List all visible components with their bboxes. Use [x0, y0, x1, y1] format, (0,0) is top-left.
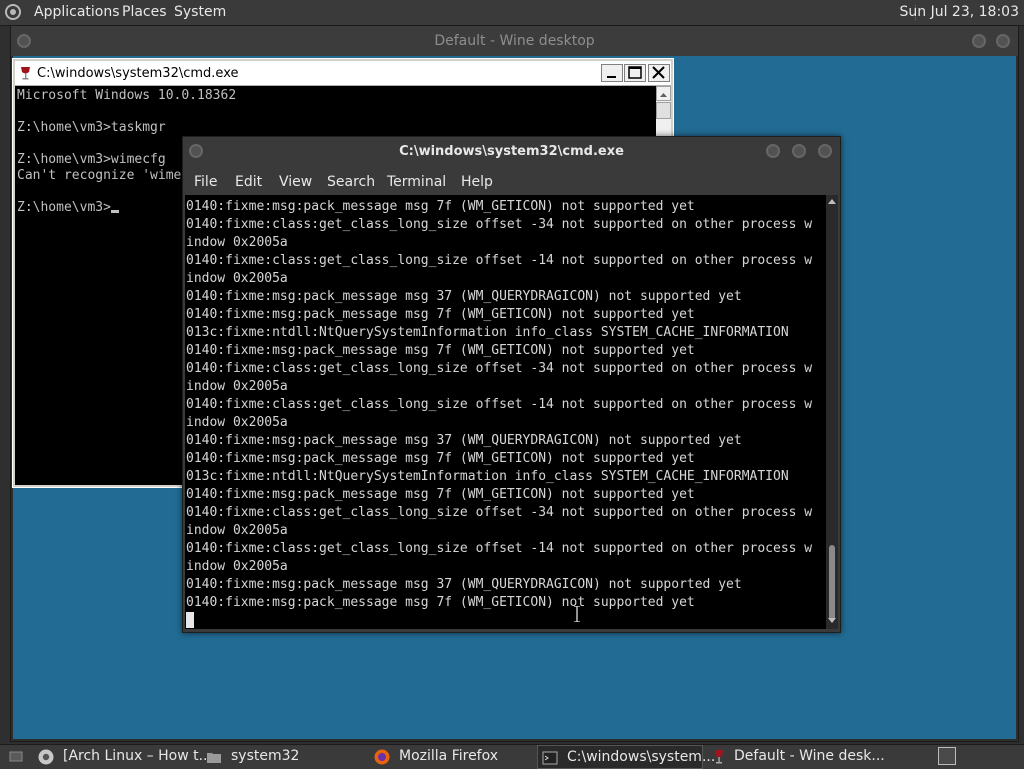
show-desktop-button[interactable] — [2, 745, 30, 769]
menu-applications[interactable]: Applications — [34, 4, 120, 20]
terminal-title: C:\windows\system32\cmd.exe — [399, 144, 624, 159]
terminal-window: C:\windows\system32\cmd.exe File Edit Vi… — [182, 136, 841, 633]
terminal-scrollbar[interactable] — [826, 195, 838, 629]
minimize-icon[interactable] — [972, 34, 986, 48]
top-panel: Applications Places System Sun Jul 23, 1… — [0, 0, 1024, 26]
terminal-line: indow 0x2005a — [186, 235, 288, 250]
task-wine[interactable]: Default - Wine desk... — [707, 745, 885, 769]
minimize-icon[interactable] — [766, 144, 780, 158]
terminal-line: 0140:fixme:msg:pack_message msg 37 (WM_Q… — [186, 289, 742, 304]
terminal-line: 0140:fixme:msg:pack_message msg 7f (WM_G… — [186, 451, 695, 466]
arrow-up-icon — [660, 93, 667, 97]
task-cmd[interactable]: C:\windows\system... — [537, 745, 715, 769]
cmd-back-titlebar[interactable]: C:\windows\system32\cmd.exe — [15, 61, 671, 86]
terminal-line: 0140:fixme:msg:pack_message msg 7f (WM_G… — [186, 343, 695, 358]
scroll-thumb[interactable] — [656, 102, 671, 119]
window-menu-icon[interactable] — [189, 144, 203, 158]
wine-desktop-title: Default - Wine desktop — [434, 33, 595, 49]
terminal-line: indow 0x2005a — [186, 523, 288, 538]
arrow-up-icon[interactable] — [827, 197, 837, 205]
minimize-button[interactable] — [601, 64, 623, 82]
terminal-line: 0140:fixme:msg:pack_message msg 37 (WM_Q… — [186, 577, 742, 592]
terminal-titlebar[interactable]: C:\windows\system32\cmd.exe — [183, 137, 840, 167]
terminal-line: 0140:fixme:class:get_class_long_size off… — [186, 505, 813, 520]
terminal-line: 0140:fixme:class:get_class_long_size off… — [186, 253, 813, 268]
terminal-line: 0140:fixme:class:get_class_long_size off… — [186, 361, 813, 376]
terminal-cursor — [186, 612, 194, 628]
task-chrome[interactable]: [Arch Linux – How t... — [34, 745, 212, 769]
wine-glass-icon — [21, 67, 30, 80]
desktop-icon — [9, 751, 23, 762]
terminal-line: 0140:fixme:msg:pack_message msg 7f (WM_G… — [186, 307, 695, 322]
task-label: system32 — [231, 748, 300, 764]
terminal-output[interactable]: 0140:fixme:msg:pack_message msg 7f (WM_G… — [185, 195, 826, 629]
menu-view[interactable]: View — [279, 174, 312, 190]
arrow-down-icon[interactable] — [827, 617, 837, 625]
terminal-line: indow 0x2005a — [186, 271, 288, 286]
console-line: Z:\home\vm3>taskmgr — [17, 120, 166, 135]
terminal-line: 0140:fixme:msg:pack_message msg 7f (WM_G… — [186, 487, 695, 502]
workspace-1[interactable] — [938, 747, 956, 765]
terminal-line: 013c:fixme:ntdll:NtQuerySystemInformatio… — [186, 469, 789, 484]
terminal-line: 0140:fixme:class:get_class_long_size off… — [186, 217, 813, 232]
menu-places[interactable]: Places — [122, 4, 167, 20]
terminal-line: 013c:fixme:ntdll:NtQuerySystemInformatio… — [186, 325, 789, 340]
task-label: Default - Wine desk... — [734, 748, 885, 764]
menu-terminal[interactable]: Terminal — [387, 174, 446, 190]
terminal-line: 0140:fixme:msg:pack_message msg 7f (WM_G… — [186, 199, 695, 214]
terminal-line: indow 0x2005a — [186, 379, 288, 394]
maximize-icon[interactable] — [996, 34, 1010, 48]
terminal-line: 0140:fixme:msg:pack_message msg 7f (WM_G… — [186, 595, 695, 610]
minimize-icon — [607, 76, 616, 78]
close-button[interactable] — [648, 64, 670, 82]
menu-system[interactable]: System — [174, 4, 226, 20]
terminal-line: indow 0x2005a — [186, 415, 288, 430]
terminal-line: 0140:fixme:msg:pack_message msg 37 (WM_Q… — [186, 433, 742, 448]
menu-search[interactable]: Search — [327, 174, 375, 190]
window-menu-icon[interactable] — [17, 34, 31, 48]
task-firefox[interactable]: Mozilla Firefox — [370, 745, 532, 769]
folder-icon — [207, 753, 221, 763]
console-prompt: Z:\home\vm3> — [17, 200, 111, 215]
text-cursor — [110, 210, 119, 213]
maximize-button[interactable] — [624, 64, 646, 82]
terminal-icon — [542, 751, 558, 765]
terminal-line: indow 0x2005a — [186, 559, 288, 574]
gnome-foot-icon[interactable] — [5, 4, 21, 20]
taskbar: [Arch Linux – How t... system32 Mozilla … — [0, 744, 1024, 769]
maximize-icon[interactable] — [792, 144, 806, 158]
maximize-icon — [628, 66, 642, 79]
terminal-line: 0140:fixme:class:get_class_long_size off… — [186, 397, 813, 412]
console-line: Microsoft Windows 10.0.18362 — [17, 88, 237, 103]
workspace-switcher[interactable] — [936, 745, 960, 769]
task-label: [Arch Linux – How t... — [63, 748, 212, 764]
terminal-line: 0140:fixme:class:get_class_long_size off… — [186, 541, 813, 556]
menu-help[interactable]: Help — [461, 174, 493, 190]
close-icon[interactable] — [818, 144, 832, 158]
menu-edit[interactable]: Edit — [235, 174, 262, 190]
cmd-back-title: C:\windows\system32\cmd.exe — [37, 66, 239, 81]
terminal-menubar: File Edit View Search Terminal Help — [183, 169, 840, 195]
console-line: ​ — [17, 104, 656, 120]
task-folder[interactable]: system32 — [202, 745, 362, 769]
task-label: C:\windows\system... — [567, 749, 716, 765]
chrome-icon — [38, 749, 54, 765]
scroll-up-button[interactable] — [656, 86, 671, 101]
ibeam-cursor-icon — [574, 606, 580, 622]
scroll-thumb[interactable] — [829, 545, 835, 621]
wine-icon — [715, 750, 723, 764]
clock[interactable]: Sun Jul 23, 18:03 — [900, 4, 1020, 20]
close-icon — [652, 66, 665, 79]
menu-file[interactable]: File — [194, 174, 217, 190]
firefox-icon — [374, 749, 390, 765]
wine-desktop-titlebar[interactable]: Default - Wine desktop — [11, 26, 1018, 56]
task-label: Mozilla Firefox — [399, 748, 499, 764]
